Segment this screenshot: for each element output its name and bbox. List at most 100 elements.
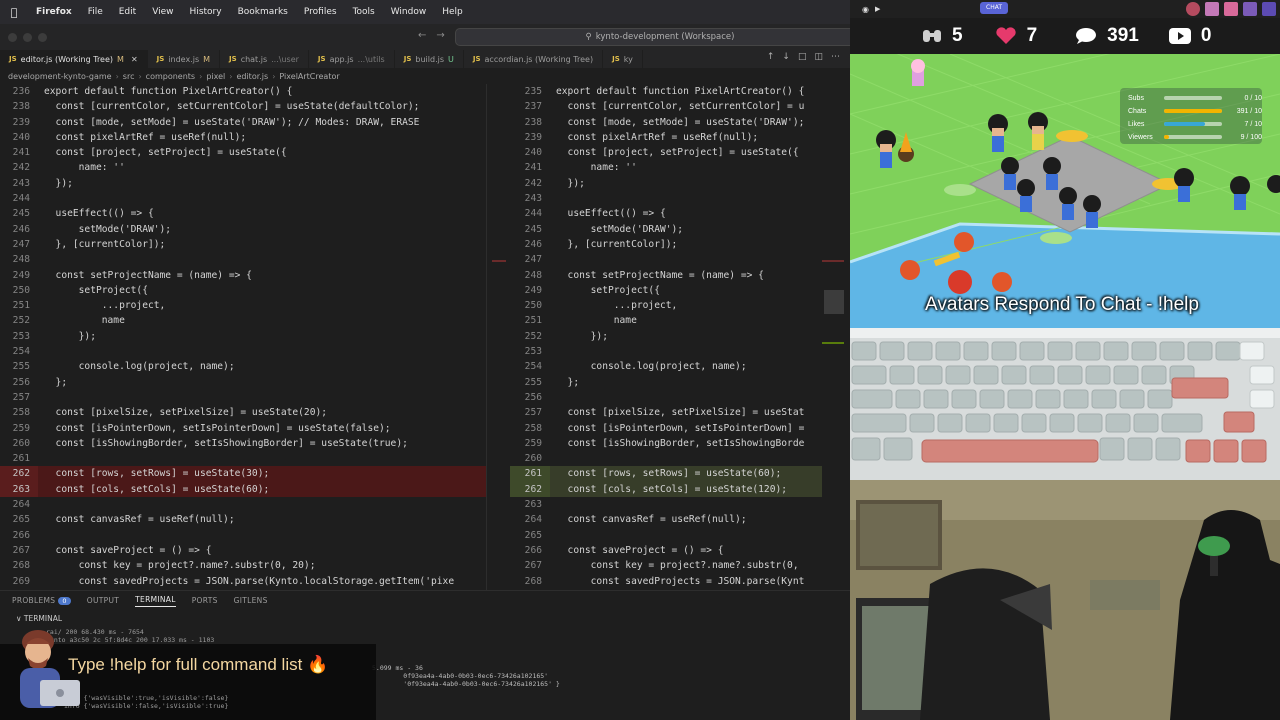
code-line[interactable]: 260 xyxy=(510,451,848,466)
code-line[interactable]: 235 export default function PixelArtCreat… xyxy=(510,84,848,99)
code-line[interactable]: 264 xyxy=(0,497,486,512)
code-line[interactable]: 247 }, [currentColor]); xyxy=(0,237,486,252)
editor-tab[interactable]: JS editor.js (Working Tree) M ✕ xyxy=(0,50,148,68)
code-line[interactable]: 245 setMode('DRAW'); xyxy=(510,222,848,237)
breadcrumb-item[interactable]: development-kynto-game xyxy=(8,72,112,81)
code-line[interactable]: 267 const key = project?.name?.substr(0, xyxy=(510,558,848,573)
code-line[interactable]: 236 export default function PixelArtCreat… xyxy=(0,84,486,99)
code-line[interactable]: 240 const pixelArtRef = useRef(null); xyxy=(0,130,486,145)
code-line[interactable]: 261 xyxy=(0,451,486,466)
code-line[interactable]: 250 ...project, xyxy=(510,298,848,313)
code-line[interactable]: 247 xyxy=(510,252,848,267)
code-line[interactable]: 264 const canvasRef = useRef(null); xyxy=(510,512,848,527)
code-line[interactable]: 241 const [project, setProject] = useSta… xyxy=(0,145,486,160)
breadcrumb-item[interactable]: components xyxy=(146,72,195,81)
code-line[interactable]: 245 useEffect(() => { xyxy=(0,206,486,221)
code-line[interactable]: 263 const [cols, setCols] = useState(60)… xyxy=(0,481,486,498)
panel-tab[interactable]: TERMINAL xyxy=(135,595,176,607)
code-line[interactable]: 265 xyxy=(510,528,848,543)
editor-tab[interactable]: JS build.js U xyxy=(395,50,464,68)
arrow-down-icon[interactable]: ↓ xyxy=(782,52,790,62)
diff-divider[interactable] xyxy=(486,84,510,590)
breadcrumb-item[interactable]: editor.js xyxy=(236,72,268,81)
editor-tab[interactable]: JS app.js ...\utils xyxy=(309,50,395,68)
panel-tab[interactable]: GITLENS xyxy=(234,596,268,605)
code-line[interactable]: 239 const [mode, setMode] = useState('DR… xyxy=(0,115,486,130)
minimize-window-button[interactable] xyxy=(23,32,32,42)
close-window-button[interactable] xyxy=(8,32,17,42)
menu-app-name[interactable]: Firefox xyxy=(28,7,80,17)
code-line[interactable]: 258 const [pixelSize, setPixelSize] = us… xyxy=(0,405,486,420)
code-line[interactable]: 268 const key = project?.name?.substr(0,… xyxy=(0,558,486,573)
minimap-slider[interactable] xyxy=(824,290,844,314)
code-line[interactable]: 260 const [isShowingBorder, setIsShowing… xyxy=(0,436,486,451)
menu-window[interactable]: Window xyxy=(383,7,435,17)
menu-help[interactable]: Help xyxy=(434,7,471,17)
code-line[interactable]: 238 const [currentColor, setCurrentColor… xyxy=(0,99,486,114)
code-line[interactable]: 253 }); xyxy=(0,329,486,344)
code-line[interactable]: 253 xyxy=(510,344,848,359)
code-line[interactable]: 249 setProject({ xyxy=(510,283,848,298)
code-line[interactable]: 257 xyxy=(0,390,486,405)
panel-tab[interactable]: OUTPUT xyxy=(87,596,119,605)
code-line[interactable]: 243 xyxy=(510,191,848,206)
code-line[interactable]: 257 const [pixelSize, setPixelSize] = us… xyxy=(510,405,848,420)
code-line[interactable]: 267 const saveProject = () => { xyxy=(0,543,486,558)
back-arrow-icon[interactable]: ← xyxy=(418,30,426,41)
code-line[interactable]: 249 const setProjectName = (name) => { xyxy=(0,268,486,283)
code-line[interactable]: 240 const [project, setProject] = useSta… xyxy=(510,145,848,160)
code-line[interactable]: 244 useEffect(() => { xyxy=(510,206,848,221)
code-line[interactable]: 263 xyxy=(510,497,848,512)
forward-arrow-icon[interactable]: → xyxy=(436,30,444,41)
menu-profiles[interactable]: Profiles xyxy=(296,7,345,17)
editor-tab[interactable]: JS ky xyxy=(603,50,643,68)
editor-tab[interactable]: JS chat.js ...\user xyxy=(220,50,309,68)
diff-editor-original[interactable]: 236 export default function PixelArtCreat… xyxy=(0,84,486,590)
editor-tab[interactable]: JS accordian.js (Working Tree) xyxy=(464,50,604,68)
right-minimap[interactable] xyxy=(822,84,848,590)
breadcrumb-item[interactable]: PixelArtCreator xyxy=(279,72,339,81)
code-line[interactable]: 266 xyxy=(0,528,486,543)
code-line[interactable]: 268 const savedProjects = JSON.parse(Kyn… xyxy=(510,574,848,589)
code-line[interactable]: 252 }); xyxy=(510,329,848,344)
code-line[interactable]: 256 }; xyxy=(0,375,486,390)
code-line[interactable]: 241 name: '' xyxy=(510,160,848,175)
editor-tab[interactable]: JS index.js M xyxy=(148,50,221,68)
code-line[interactable]: 237 const [currentColor, setCurrentColor… xyxy=(510,99,848,114)
arrow-up-icon[interactable]: ↑ xyxy=(767,52,775,62)
breadcrumb-item[interactable]: src xyxy=(123,72,135,81)
apple-icon[interactable]:  xyxy=(0,6,28,19)
code-line[interactable]: 242 name: '' xyxy=(0,160,486,175)
code-line[interactable]: 251 name xyxy=(510,313,848,328)
split-editor-icon[interactable]: ◫ xyxy=(814,52,823,62)
command-center[interactable]: ⚲ kynto-development (Workspace) xyxy=(455,28,865,46)
diff-editor-modified[interactable]: 235 export default function PixelArtCreat… xyxy=(510,84,848,590)
code-line[interactable]: 251 ...project, xyxy=(0,298,486,313)
code-line[interactable]: 238 const [mode, setMode] = useState('DR… xyxy=(510,115,848,130)
code-line[interactable]: 258 const [isPointerDown, setIsPointerDo… xyxy=(510,421,848,436)
code-line[interactable]: 259 const [isShowingBorder, setIsShowing… xyxy=(510,436,848,451)
code-line[interactable]: 262 const [cols, setCols] = useState(120… xyxy=(510,481,848,498)
code-line[interactable]: 259 const [isPointerDown, setIsPointerDo… xyxy=(0,421,486,436)
code-line[interactable]: 242 }); xyxy=(510,176,848,191)
menu-bookmarks[interactable]: Bookmarks xyxy=(230,7,296,17)
open-file-icon[interactable]: □ xyxy=(798,52,807,62)
code-line[interactable]: 252 name xyxy=(0,313,486,328)
code-line[interactable]: 254 console.log(project, name); xyxy=(510,359,848,374)
breadcrumb-item[interactable]: pixel xyxy=(206,72,225,81)
code-line[interactable]: 246 setMode('DRAW'); xyxy=(0,222,486,237)
menu-tools[interactable]: Tools xyxy=(345,7,383,17)
code-line[interactable]: 266 const saveProject = () => { xyxy=(510,543,848,558)
code-line[interactable]: 256 xyxy=(510,390,848,405)
code-line[interactable]: 261 const [rows, setRows] = useState(60)… xyxy=(510,466,848,482)
more-actions-icon[interactable]: ⋯ xyxy=(831,52,840,62)
code-line[interactable]: 248 xyxy=(0,252,486,267)
panel-tab[interactable]: PORTS xyxy=(192,596,218,605)
maximize-window-button[interactable] xyxy=(38,32,47,42)
code-line[interactable]: 239 const pixelArtRef = useRef(null); xyxy=(510,130,848,145)
code-line[interactable]: 269 const savedProjects = JSON.parse(Kyn… xyxy=(0,574,486,589)
code-line[interactable]: 255 }; xyxy=(510,375,848,390)
code-line[interactable]: 243 }); xyxy=(0,176,486,191)
code-line[interactable]: 250 setProject({ xyxy=(0,283,486,298)
menu-edit[interactable]: Edit xyxy=(111,7,144,17)
